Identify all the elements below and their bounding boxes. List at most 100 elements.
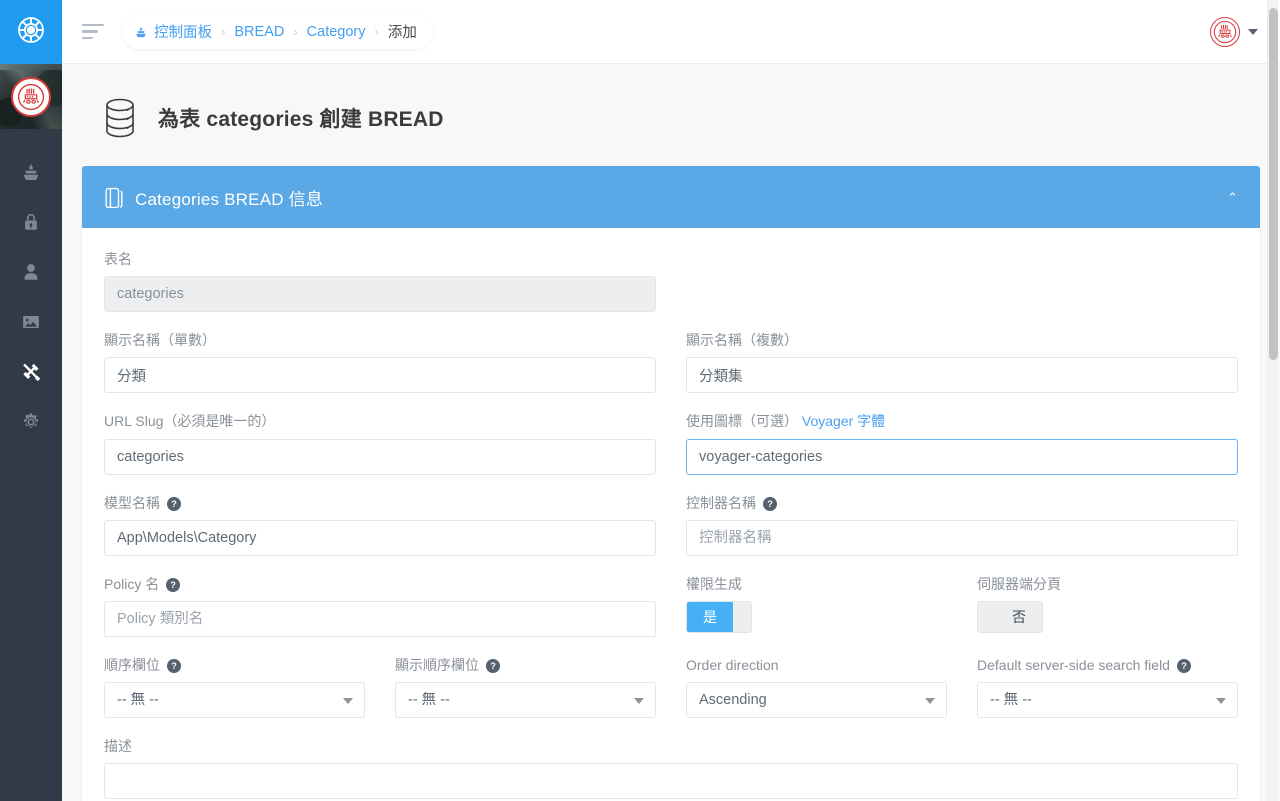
display-name-singular-input[interactable] [104, 357, 656, 394]
generate-permissions-toggle[interactable]: 是 [686, 600, 752, 633]
gear-icon [23, 412, 39, 428]
user-avatar-icon [1213, 20, 1237, 43]
svg-text:?: ? [1181, 661, 1187, 671]
app-root: 控制面板 › BREAD › Category › 添加 為表 categori… [0, 0, 1280, 801]
url-slug-input[interactable] [104, 438, 656, 475]
label-order-column: 順序欄位 ? [104, 656, 365, 674]
question-circle-icon[interactable]: ? [166, 577, 181, 592]
chevron-up-icon[interactable]: ⌃ [1227, 191, 1238, 204]
label-display-name-singular: 顯示名稱（單數） [104, 332, 216, 349]
page-header: 為表 categories 創建 BREAD [82, 64, 1260, 166]
voyager-font-link[interactable]: Voyager 字體 [802, 413, 885, 429]
field-group-generate-permissions: 權限生成 是 [686, 575, 947, 633]
field-group-server-side-pagination: 伺服器端分頁 否 [977, 575, 1238, 637]
lock-icon [25, 213, 37, 230]
topbar-right [1210, 16, 1258, 47]
breadcrumb-item-bread[interactable]: BREAD [234, 24, 284, 40]
sidebar-item-tools[interactable] [0, 347, 62, 397]
sidebar-item-media[interactable] [0, 297, 62, 347]
server-side-pagination-toggle-off: 否 [996, 601, 1042, 632]
field-group-controller-name: 控制器名稱 ? [686, 494, 1238, 556]
icon-class-input[interactable] [686, 438, 1238, 475]
order-column-select-wrap: -- 無 -- [104, 682, 365, 719]
scrollbar-thumb[interactable] [1269, 8, 1278, 360]
breadcrumb-item-dashboard[interactable]: 控制面板 [154, 21, 212, 42]
user-menu-button[interactable] [1210, 16, 1240, 47]
label-controller-name-text: 控制器名稱 [686, 494, 756, 511]
user-icon [24, 264, 38, 280]
field-group-icon: 使用圖標（可選） Voyager 字體 [686, 412, 1238, 475]
field-group-display-name-plural: 顯示名稱（複數） [686, 331, 1238, 394]
form-row-table-name: 表名 [104, 250, 1238, 331]
question-circle-icon[interactable]: ? [166, 496, 181, 511]
policy-name-input[interactable] [104, 600, 656, 637]
field-group-policy-name: Policy 名 ? [104, 575, 656, 637]
sidebar-item-roles[interactable] [0, 197, 62, 247]
form-row-policy-toggles: Policy 名 ? Policy 類別名 權限生成 是 伺服器端分頁 否 [104, 575, 1238, 656]
breadcrumb-separator: › [374, 24, 379, 39]
toggles-row: 權限生成 是 伺服器端分頁 否 [686, 575, 1238, 656]
label-policy-name-text: Policy 名 [104, 575, 160, 592]
ship-wheel-icon [15, 14, 47, 51]
field-group-display-name-singular: 顯示名稱（單數） [104, 331, 656, 394]
vertical-scrollbar[interactable] [1267, 0, 1278, 801]
question-circle-icon[interactable]: ? [485, 658, 500, 673]
form-row-slug-icon: URL Slug（必須是唯一的） 使用圖標（可選） Voyager 字體 [104, 412, 1238, 493]
sidebar-user-box[interactable] [0, 64, 62, 129]
avatar [11, 76, 51, 117]
bread-layers-icon [104, 186, 124, 208]
field-group-order-column: 順序欄位 ? -- 無 -- [104, 656, 365, 719]
order-column-select[interactable]: -- 無 -- [104, 682, 365, 719]
sidebar-item-settings[interactable] [0, 397, 62, 447]
order-display-column-select[interactable]: -- 無 -- [395, 682, 656, 719]
field-group-order-display-column: 顯示順序欄位 ? -- 無 -- [395, 656, 656, 719]
svg-text:?: ? [170, 580, 176, 590]
breadcrumb-item-category[interactable]: Category [307, 24, 366, 40]
topbar: 控制面板 › BREAD › Category › 添加 [62, 0, 1280, 64]
question-circle-icon[interactable]: ? [762, 496, 777, 511]
form-row-model-controller: 模型名稱 ? App\Models\Category 控制器名稱 ? 控制器名稱 [104, 494, 1238, 575]
panel-header: Categories BREAD 信息 ⌃ [82, 166, 1260, 228]
label-order-display-column: 顯示順序欄位 ? [395, 656, 656, 674]
sidebar-logo[interactable] [0, 0, 62, 64]
chevron-down-icon[interactable] [1248, 28, 1258, 35]
controller-name-input[interactable] [686, 519, 1238, 556]
hamburger-icon[interactable] [82, 20, 108, 44]
field-group-table-name: 表名 [104, 250, 656, 313]
label-order-direction: Order direction [686, 656, 779, 673]
sidebar-item-dashboard[interactable] [0, 147, 62, 197]
sidebar-nav [0, 129, 62, 447]
boat-icon [23, 164, 39, 180]
label-order-column-text: 順序欄位 [104, 656, 160, 673]
default-search-field-select-wrap: -- 無 -- [977, 682, 1238, 719]
boat-icon [134, 25, 148, 39]
sidebar-item-users[interactable] [0, 247, 62, 297]
page-title: 為表 categories 創建 BREAD [158, 108, 444, 131]
server-side-pagination-toggle-on [978, 601, 996, 632]
label-policy-name: Policy 名 ? [104, 575, 656, 593]
label-default-search-field: Default server-side search field ? [977, 656, 1238, 674]
label-model-name-text: 模型名稱 [104, 494, 160, 511]
description-input[interactable] [104, 763, 1238, 800]
display-name-plural-input[interactable] [686, 357, 1238, 394]
question-circle-icon[interactable]: ? [1176, 658, 1191, 673]
model-name-input[interactable] [104, 519, 656, 556]
database-icon [100, 96, 140, 140]
question-circle-icon[interactable]: ? [166, 658, 181, 673]
label-icon-field: 使用圖標（可選） Voyager 字體 [686, 412, 1238, 430]
sidebar [0, 0, 62, 801]
generate-permissions-toggle-off [733, 601, 751, 632]
server-side-pagination-toggle[interactable]: 否 [977, 600, 1043, 633]
field-group-default-search-field: Default server-side search field ? -- 無 … [977, 656, 1238, 719]
breadcrumb-separator: › [293, 24, 298, 39]
field-group-model-name: 模型名稱 ? [104, 494, 656, 556]
label-url-slug: URL Slug（必須是唯一的） [104, 413, 276, 430]
label-order-display-column-text: 顯示順序欄位 [395, 656, 479, 673]
order-direction-select[interactable]: Ascending [686, 682, 947, 719]
order-display-column-select-wrap: -- 無 -- [395, 682, 656, 719]
default-search-field-select[interactable]: -- 無 -- [977, 682, 1238, 719]
panel-body: 表名 顯示名稱（單數） [82, 228, 1260, 801]
field-group-description: 描述 [104, 737, 1238, 800]
main-area: 控制面板 › BREAD › Category › 添加 為表 categori… [62, 0, 1280, 801]
label-display-name-plural: 顯示名稱（複數） [686, 332, 798, 349]
